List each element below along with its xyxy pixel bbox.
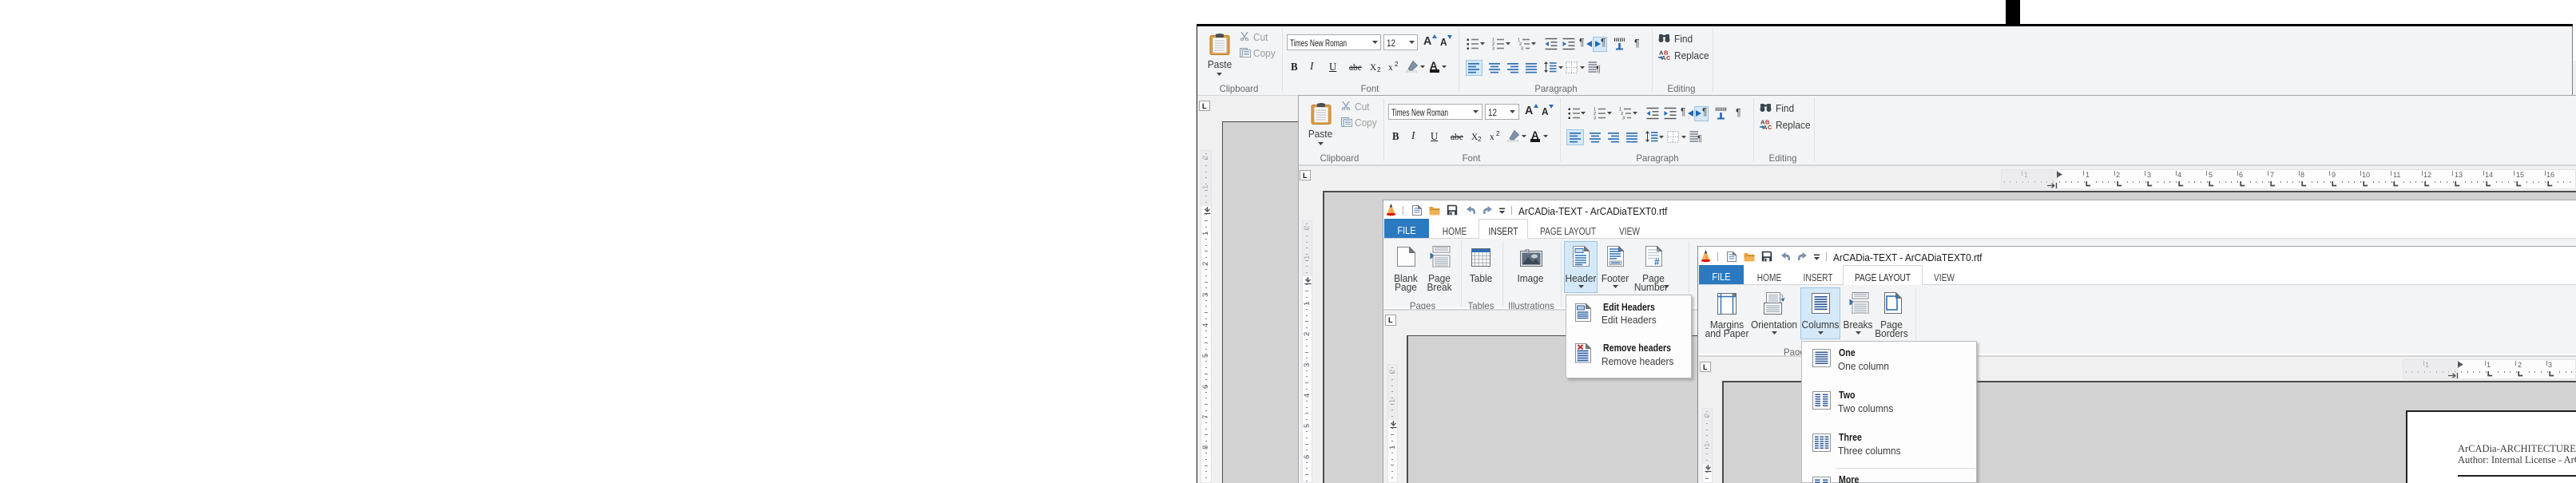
svg-text:3: 3: [1622, 116, 1625, 120]
svg-text:¶: ¶: [1697, 134, 1702, 143]
svg-text:C: C: [1768, 124, 1772, 129]
svg-text:3: 3: [1521, 46, 1523, 50]
svg-text:3: 3: [1594, 116, 1596, 120]
svg-text:#: #: [1654, 256, 1660, 267]
svg-text:C: C: [1666, 54, 1671, 60]
svg-text:3: 3: [1492, 46, 1494, 50]
svg-text:¶: ¶: [1596, 65, 1601, 73]
